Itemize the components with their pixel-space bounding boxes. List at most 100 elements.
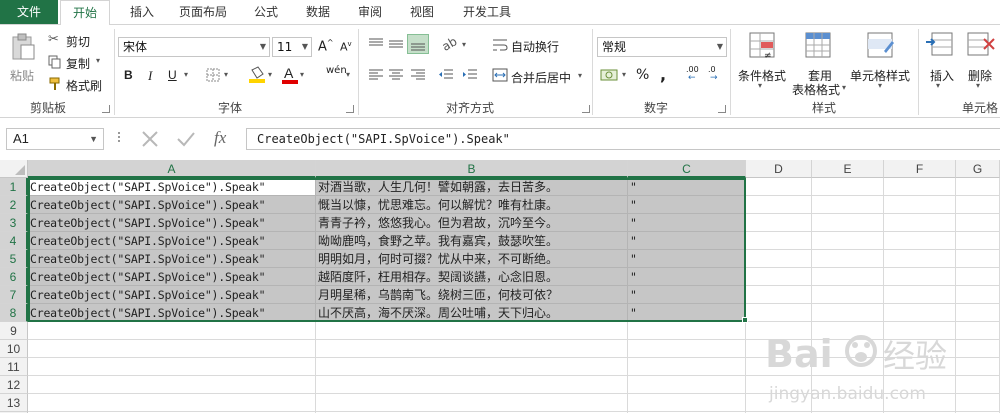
formula-input[interactable]: CreateObject("SAPI.SpVoice").Speak" [246,128,1000,150]
bold-button[interactable]: B [124,68,133,82]
row-header[interactable]: 13 [0,394,28,412]
row-header[interactable]: 3 [0,214,28,232]
percent-button[interactable]: % [636,67,649,83]
column-header-b[interactable]: B [316,160,628,178]
table-cell[interactable] [316,340,628,358]
phonetic-icon[interactable]: wén [326,65,347,76]
row-header[interactable]: 5 [0,250,28,268]
format-painter-button[interactable]: 格式刷 [48,75,108,93]
copy-button[interactable]: 复制 ▾ [48,53,108,71]
font-launcher-icon[interactable] [346,105,354,113]
fill-color-icon[interactable] [248,66,266,84]
table-cell[interactable] [884,286,956,304]
row-header[interactable]: 10 [0,340,28,358]
table-cell[interactable] [316,376,628,394]
chevron-down-icon[interactable]: ▾ [578,71,582,80]
table-cell[interactable]: " [628,196,746,214]
table-cell[interactable] [956,232,1000,250]
tab-review[interactable]: 审阅 [350,0,390,24]
table-cell[interactable] [28,394,316,412]
table-cell[interactable]: CreateObject("SAPI.SpVoice").Speak" [28,304,316,322]
table-cell[interactable]: 越陌度阡，枉用相存。契阔谈讌，心念旧恩。 [316,268,628,286]
number-launcher-icon[interactable] [718,105,726,113]
table-cell[interactable] [956,178,1000,196]
table-cell[interactable] [884,268,956,286]
table-cell[interactable]: " [628,178,746,196]
table-cell[interactable]: " [628,250,746,268]
table-cell[interactable] [28,340,316,358]
border-icon[interactable] [206,68,220,82]
table-cell[interactable] [746,178,812,196]
table-cell[interactable] [28,322,316,340]
row-header[interactable]: 4 [0,232,28,250]
table-cell[interactable] [628,358,746,376]
row-header[interactable]: 8 [0,304,28,322]
align-top-icon[interactable] [368,37,384,51]
table-cell[interactable]: CreateObject("SAPI.SpVoice").Speak" [28,232,316,250]
column-header-f[interactable]: F [884,160,956,178]
table-cell[interactable]: " [628,286,746,304]
decrease-indent-icon[interactable] [438,69,454,81]
table-cell[interactable] [746,214,812,232]
table-cell[interactable] [884,214,956,232]
table-cell[interactable] [884,196,956,214]
table-cell[interactable] [812,214,884,232]
delete-cells-button[interactable]: 删除 ▾ [962,29,1000,91]
table-cell[interactable] [746,268,812,286]
grow-font-icon[interactable]: A^ [318,38,334,54]
table-cell[interactable]: CreateObject("SAPI.SpVoice").Speak" [28,196,316,214]
wrap-text-button[interactable]: 自动换行 [511,38,559,55]
format-as-table-button[interactable]: 套用 表格格式 ▾ [790,29,850,97]
table-cell[interactable]: " [628,232,746,250]
chevron-down-icon[interactable]: ▾ [300,70,304,79]
merge-center-button[interactable]: 合并后居中 [511,69,571,86]
table-cell[interactable] [628,394,746,412]
alignment-launcher-icon[interactable] [582,105,590,113]
table-cell[interactable] [956,268,1000,286]
paste-button[interactable]: 粘贴 [6,31,40,89]
tab-view[interactable]: 视图 [402,0,442,24]
italic-button[interactable]: I [148,68,152,84]
tab-insert[interactable]: 插入 [122,0,162,24]
table-cell[interactable] [812,304,884,322]
shrink-font-icon[interactable]: Av [340,40,352,54]
table-cell[interactable] [956,286,1000,304]
tab-developer[interactable]: 开发工具 [454,0,520,24]
column-header-c[interactable]: C [628,160,746,178]
table-cell[interactable] [812,250,884,268]
tab-formulas[interactable]: 公式 [246,0,286,24]
insert-cells-button[interactable]: 插入 ▾ [922,29,958,91]
font-size-select[interactable]: 11 ▼ [272,37,312,57]
table-cell[interactable] [628,376,746,394]
table-cell[interactable] [884,304,956,322]
table-cell[interactable] [884,250,956,268]
table-cell[interactable]: 呦呦鹿鸣，食野之苹。我有嘉宾，鼓瑟吹笙。 [316,232,628,250]
fill-handle[interactable] [742,317,748,323]
comma-style-button[interactable]: , [660,65,666,84]
table-cell[interactable]: CreateObject("SAPI.SpVoice").Speak" [28,214,316,232]
table-cell[interactable] [956,250,1000,268]
table-cell[interactable] [812,286,884,304]
table-cell[interactable] [956,196,1000,214]
table-cell[interactable]: CreateObject("SAPI.SpVoice").Speak" [28,268,316,286]
row-header[interactable]: 2 [0,196,28,214]
increase-decimal-button[interactable]: .00 ← [686,65,706,85]
table-cell[interactable] [316,322,628,340]
chevron-down-icon[interactable]: ▾ [268,70,272,79]
align-bottom-button[interactable] [407,34,429,54]
table-cell[interactable] [812,196,884,214]
tab-page-layout[interactable]: 页面布局 [170,0,236,24]
align-right-icon[interactable] [410,69,426,81]
chevron-down-icon[interactable]: ▾ [224,70,228,79]
name-box[interactable]: A1 ▼ [6,128,104,150]
align-left-icon[interactable] [368,69,384,81]
table-cell[interactable]: 对酒当歌，人生几何！譬如朝露，去日苦多。 [316,178,628,196]
chevron-down-icon[interactable]: ▾ [184,70,188,79]
orientation-icon[interactable]: ab [440,34,460,54]
row-header[interactable]: 1 [0,178,28,196]
insert-function-button[interactable]: fx [214,128,226,148]
row-header[interactable]: 9 [0,322,28,340]
font-color-icon[interactable]: A [282,65,298,85]
row-header[interactable]: 11 [0,358,28,376]
column-header-g[interactable]: G [956,160,1000,178]
